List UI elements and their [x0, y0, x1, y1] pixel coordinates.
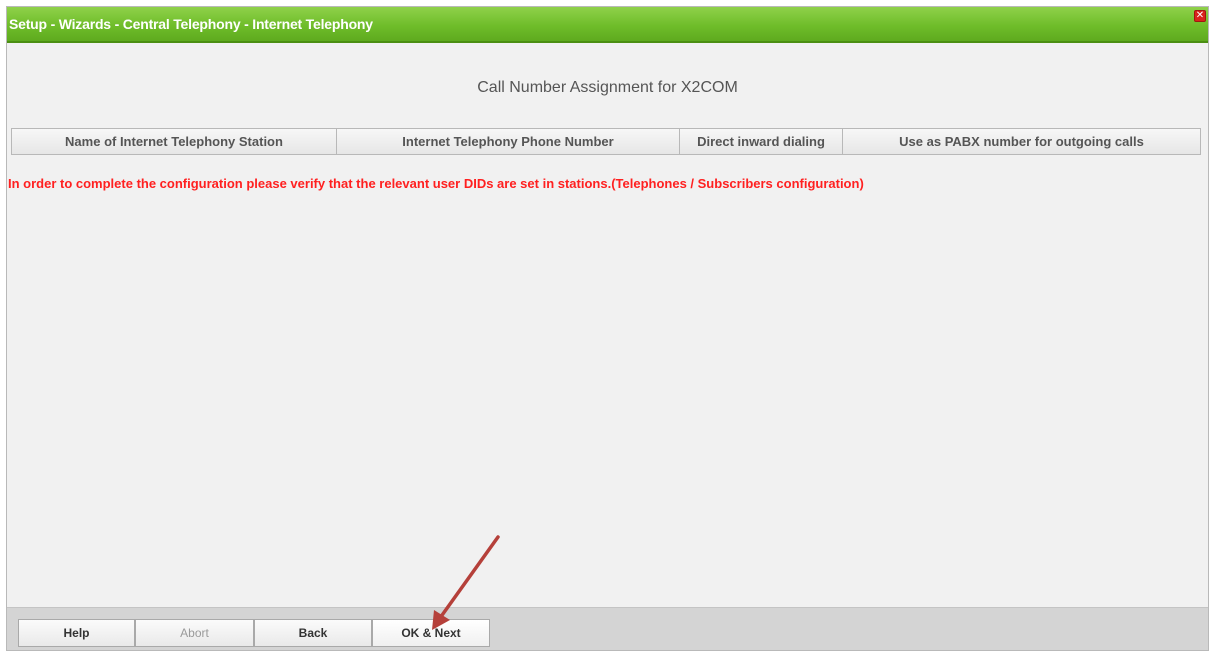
- title-bar: Setup - Wizards - Central Telephony - In…: [7, 7, 1208, 43]
- wizard-window: Setup - Wizards - Central Telephony - In…: [6, 6, 1209, 651]
- abort-button[interactable]: Abort: [135, 619, 254, 647]
- column-station-name: Name of Internet Telephony Station: [11, 128, 337, 155]
- page-title: Call Number Assignment for X2COM: [477, 79, 738, 96]
- back-button[interactable]: Back: [254, 619, 372, 647]
- column-direct-inward-dialing: Direct inward dialing: [680, 128, 843, 155]
- warning-message: In order to complete the configuration p…: [8, 176, 864, 191]
- column-pabx-number: Use as PABX number for outgoing calls: [843, 128, 1201, 155]
- window-title: Setup - Wizards - Central Telephony - In…: [9, 16, 373, 32]
- close-icon[interactable]: ✕: [1194, 10, 1206, 22]
- button-bar: Help Abort Back OK & Next: [7, 607, 1208, 650]
- ok-next-button[interactable]: OK & Next: [372, 619, 490, 647]
- help-button[interactable]: Help: [18, 619, 135, 647]
- table-header: Name of Internet Telephony Station Inter…: [11, 128, 1201, 155]
- column-phone-number: Internet Telephony Phone Number: [337, 128, 680, 155]
